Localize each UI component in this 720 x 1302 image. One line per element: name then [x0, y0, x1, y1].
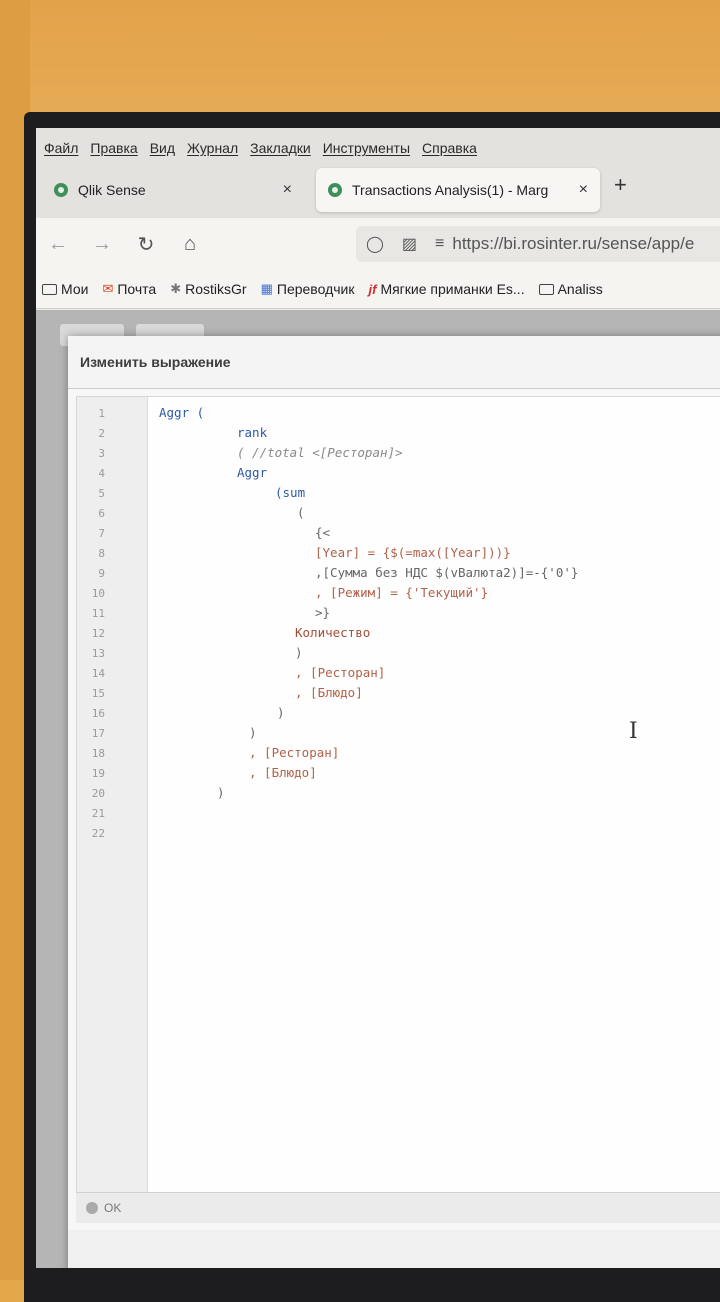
bookmark-label: Переводчик: [276, 281, 355, 297]
close-icon[interactable]: ×: [579, 181, 588, 199]
bookmark-pochta[interactable]: ✉ Почта: [102, 281, 156, 297]
menu-file[interactable]: Файл: [44, 140, 78, 160]
qlik-icon: [54, 183, 68, 197]
url-text: https://bi.rosinter.ru/sense/app/e: [452, 234, 695, 253]
reload-icon[interactable]: ↻: [124, 232, 168, 257]
menu-history[interactable]: Журнал: [187, 140, 238, 160]
code-line: Aggr (: [159, 405, 205, 420]
browser-menubar: Файл Правка Вид Журнал Закладки Инструме…: [36, 128, 720, 160]
line-number: 5: [98, 487, 105, 500]
line-number: 18: [91, 747, 105, 760]
line-number: 7: [98, 527, 105, 540]
bookmark-label: Почта: [117, 281, 157, 297]
line-number: 16: [91, 707, 105, 720]
line-number: 15: [91, 687, 105, 700]
line-number: 19: [91, 767, 105, 780]
line-number: 21: [91, 807, 105, 820]
line-number: 4: [98, 467, 105, 480]
monitor-screen: Файл Правка Вид Журнал Закладки Инструме…: [36, 128, 720, 1268]
code-line: , [Ресторан]: [249, 745, 340, 760]
line-number: 6: [98, 507, 105, 520]
bookmark-icon: jf: [368, 281, 377, 297]
validation-status-bar: OK: [76, 1192, 720, 1223]
code-line: >}: [315, 605, 331, 620]
code-line: , [Блюдо]: [249, 765, 317, 780]
code-line: ): [217, 785, 225, 800]
code-line: ,[Сумма без НДС $(vВалюта2)]=-{'0'}: [315, 565, 579, 580]
line-number: 9: [98, 567, 105, 580]
menu-bookmarks[interactable]: Закладки: [250, 140, 311, 160]
line-number: 14: [91, 667, 105, 680]
menu-view[interactable]: Вид: [150, 140, 175, 160]
line-number-gutter: 1 2 3 4 5 6 7 8 9 10 11 12 13 14 15 16 1…: [77, 397, 148, 1193]
close-icon[interactable]: ×: [283, 181, 292, 199]
line-number: 3: [98, 447, 105, 460]
tab-label: Transactions Analysis(1) - Marg: [352, 182, 549, 198]
code-line: Количество: [295, 625, 371, 640]
menu-help[interactable]: Справка: [422, 140, 477, 160]
folder-icon: [42, 283, 57, 295]
navigation-bar: ← → ↻ ⌂ ◯ ▨ ≡ https://bi.rosinter.ru/sen…: [36, 218, 720, 270]
edit-expression-dialog: Изменить выражение 1 2 3 4 5 6 7 8 9 10 …: [68, 336, 720, 1268]
folder-icon: [538, 283, 554, 295]
permissions-icon: ≡: [435, 235, 445, 252]
code-line: ): [277, 705, 285, 720]
code-line: ): [295, 645, 303, 660]
line-number: 22: [91, 827, 105, 840]
code-line: Aggr: [237, 465, 268, 480]
dialog-title: Изменить выражение: [68, 336, 720, 389]
tab-qlik-sense[interactable]: Qlik Sense ×: [42, 168, 304, 212]
line-number: 8: [98, 547, 105, 560]
bookmark-icon: ✱: [170, 281, 182, 296]
tab-strip: Qlik Sense × Transactions Analysis(1) - …: [36, 160, 720, 218]
line-number: 20: [91, 787, 105, 800]
bookmark-label: Analiss: [557, 281, 603, 297]
dialog-footer: [68, 1230, 720, 1268]
line-number: 13: [91, 647, 105, 660]
bookmark-label: Мои: [61, 281, 89, 297]
code-line: ): [249, 725, 257, 740]
code-line: , [Ресторан]: [295, 665, 386, 680]
code-line: {<: [315, 525, 331, 540]
tab-transactions-analysis[interactable]: Transactions Analysis(1) - Marg ×: [316, 168, 600, 212]
status-text: OK: [104, 1201, 122, 1215]
code-line: , [Блюдо]: [295, 685, 363, 700]
code-line: rank: [237, 425, 268, 440]
address-bar[interactable]: ◯ ▨ ≡ https://bi.rosinter.ru/sense/app/e: [356, 226, 720, 262]
bookmark-label: RostiksGr: [185, 281, 247, 297]
code-line: , [Режим] = {'Текущий'}: [315, 585, 489, 600]
line-number: 12: [91, 627, 105, 640]
home-icon[interactable]: ⌂: [168, 233, 212, 256]
translate-icon: ▦: [260, 281, 273, 296]
expression-editor[interactable]: 1 2 3 4 5 6 7 8 9 10 11 12 13 14 15 16 1…: [76, 396, 720, 1194]
mail-icon: ✉: [102, 281, 114, 296]
line-number: 2: [98, 427, 105, 440]
forward-icon[interactable]: →: [80, 233, 124, 256]
bookmark-label: Мягкие приманки Es...: [380, 281, 525, 297]
bookmark-rostiksgr[interactable]: ✱ RostiksGr: [170, 281, 246, 297]
code-line: [Year] = {$(=max([Year]))}: [315, 545, 511, 560]
code-line: ( //total <[Ресторан]>: [237, 445, 403, 460]
lock-icon: ▨: [401, 236, 418, 253]
back-icon[interactable]: ←: [36, 233, 80, 256]
bookmark-primanki[interactable]: jf Мягкие приманки Es...: [368, 281, 524, 297]
menu-tools[interactable]: Инструменты: [323, 140, 410, 160]
line-number: 17: [91, 727, 105, 740]
line-number: 1: [98, 407, 105, 420]
qlik-icon: [328, 183, 342, 197]
bookmark-translator[interactable]: ▦ Переводчик: [261, 281, 355, 297]
status-icon: [86, 1202, 98, 1214]
menu-edit[interactable]: Правка: [90, 140, 137, 160]
code-line: (: [297, 505, 305, 520]
bookmark-moi[interactable]: Мои: [42, 281, 88, 297]
text-cursor-icon: I: [629, 719, 638, 744]
bookmarks-bar: Мои ✉ Почта ✱ RostiksGr ▦ Переводчик jf …: [36, 270, 720, 309]
bookmark-analiss[interactable]: Analiss: [538, 281, 603, 297]
line-number: 11: [91, 607, 105, 620]
line-number: 10: [91, 587, 105, 600]
shield-icon: ◯: [366, 236, 384, 253]
code-line: (sum: [275, 485, 306, 500]
new-tab-button[interactable]: +: [614, 172, 627, 198]
tab-label: Qlik Sense: [78, 182, 146, 198]
